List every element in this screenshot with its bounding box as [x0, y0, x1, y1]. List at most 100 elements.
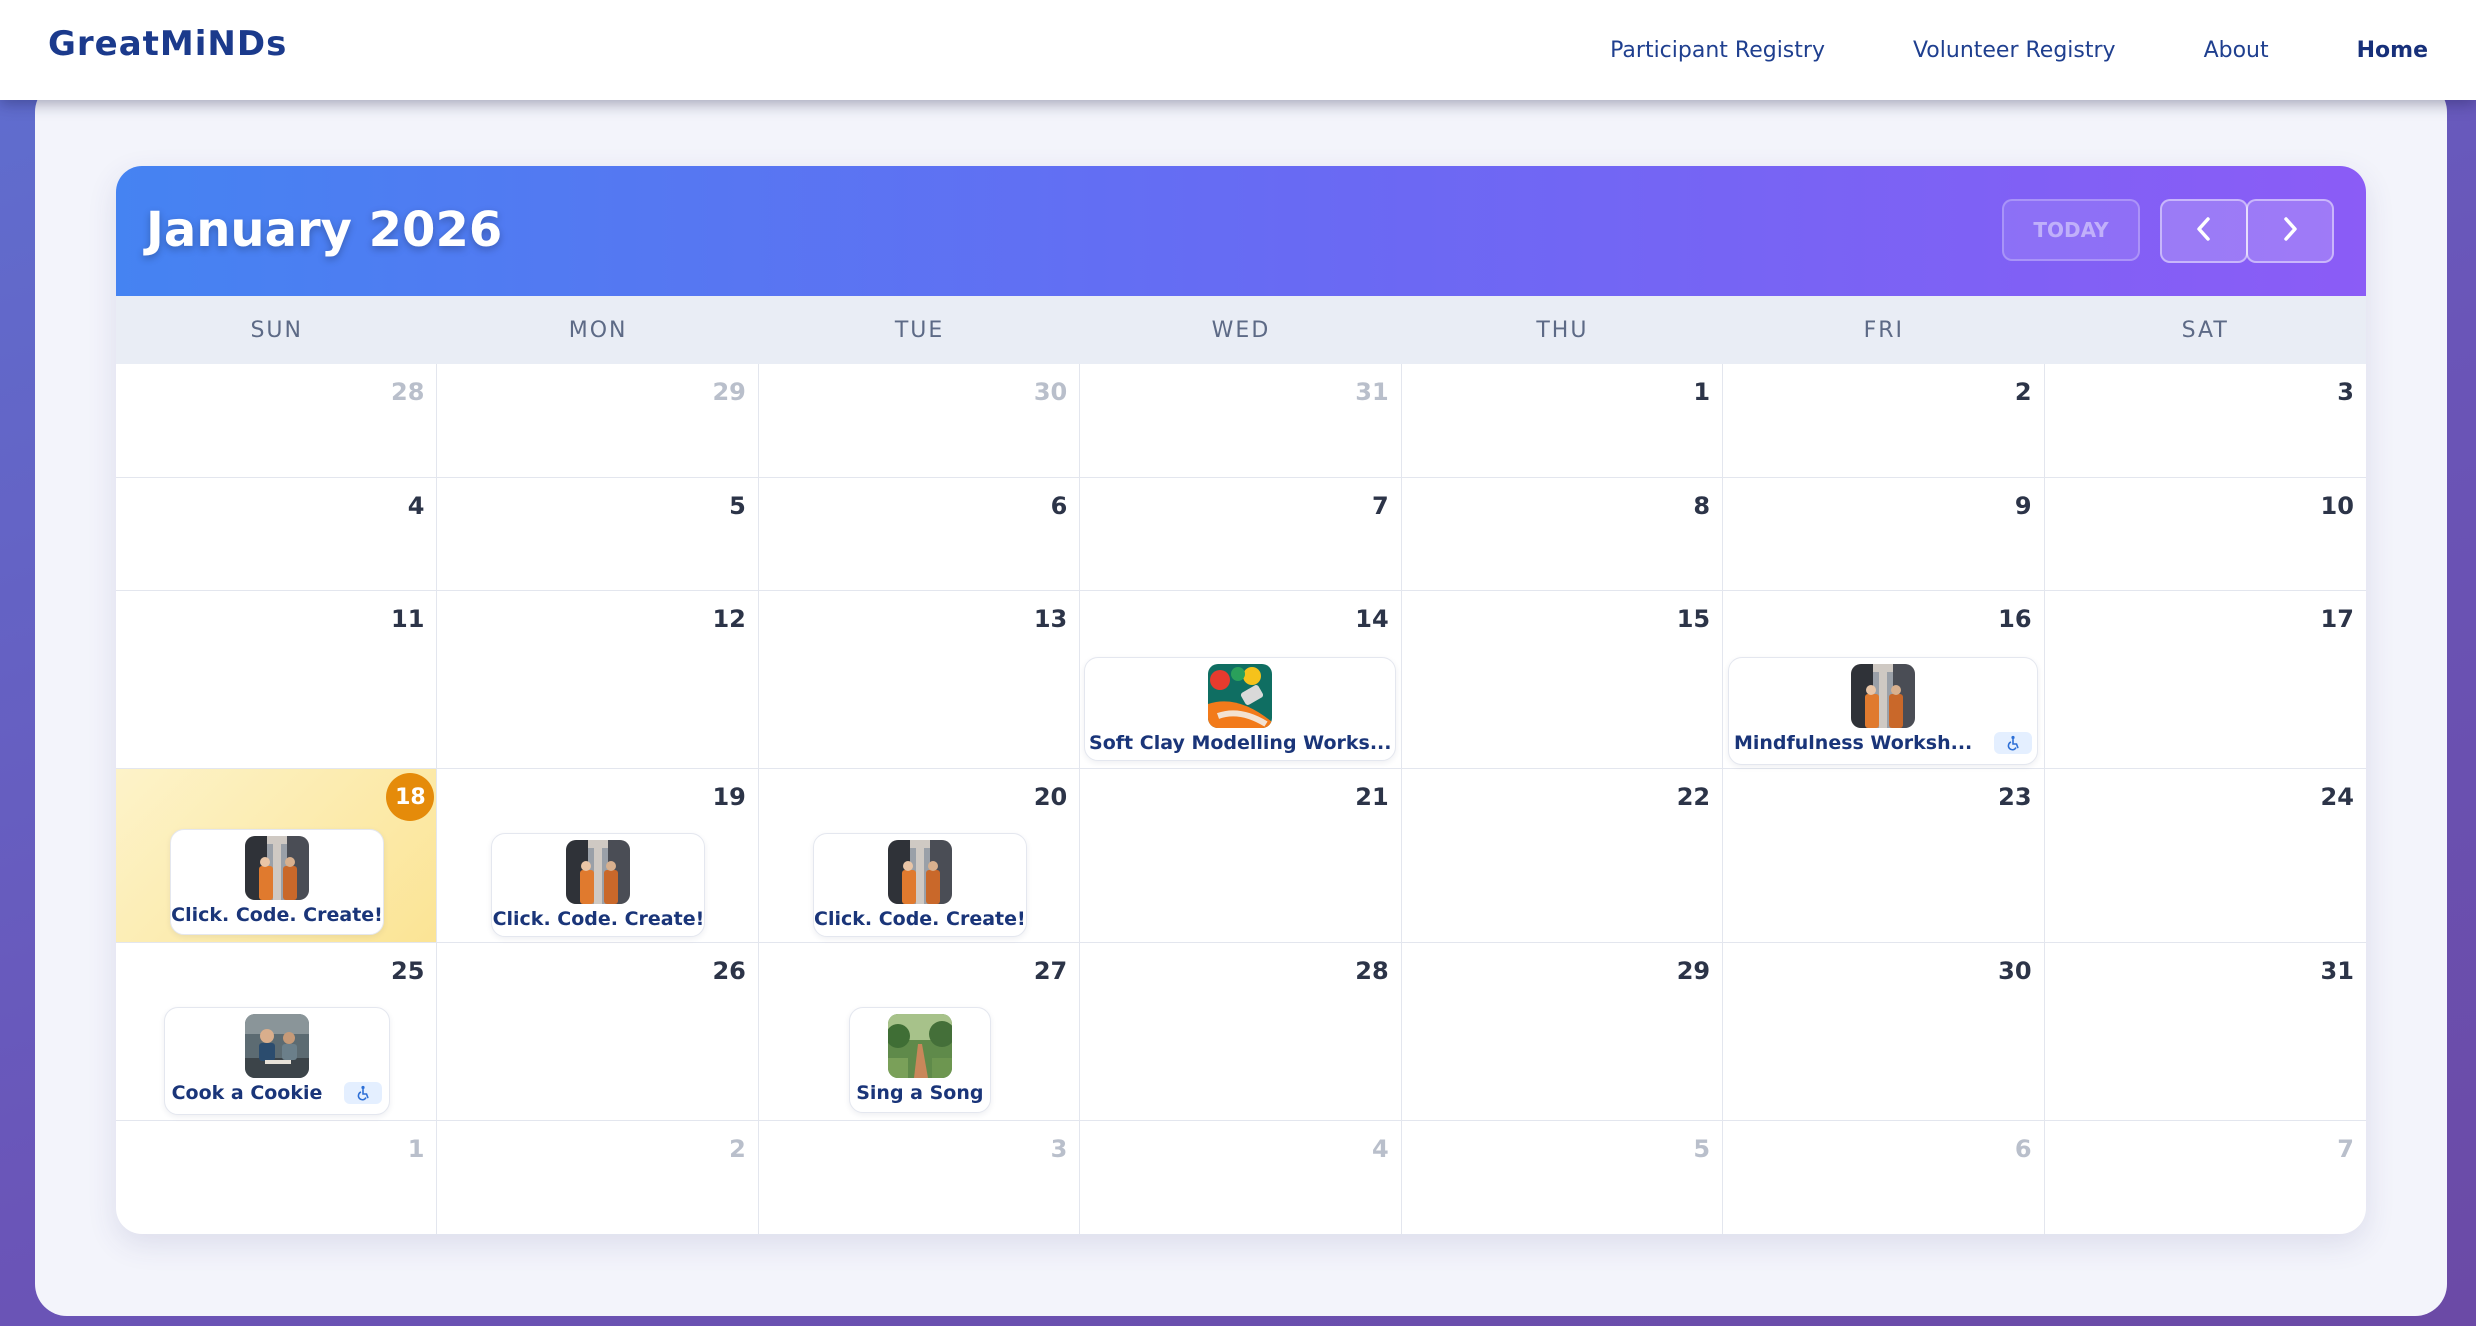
- top-navbar: GreatMiNDs Participant Registry Voluntee…: [0, 0, 2476, 100]
- day-number: 19: [712, 783, 746, 811]
- event-card[interactable]: Soft Clay Modelling Works...: [1084, 657, 1397, 761]
- prev-month-button[interactable]: [2160, 199, 2248, 263]
- day-number: 31: [2320, 957, 2354, 985]
- event-title-row: Mindfulness Worksh...: [1734, 732, 2033, 754]
- day-cell[interactable]: 6: [759, 478, 1081, 590]
- day-cell[interactable]: 11: [116, 591, 438, 768]
- day-number: 26: [712, 957, 746, 985]
- calendar-grid: 28 29 30 31 1 2 3 4 5 6 7 8 9 10 11 12 1…: [116, 364, 2366, 1234]
- day-number: 17: [2320, 605, 2354, 633]
- robot-workshop-image: [1851, 664, 1916, 728]
- event-title: Click. Code. Create!: [814, 908, 1026, 930]
- nav-volunteer-registry[interactable]: Volunteer Registry: [1913, 38, 2116, 63]
- day-cell[interactable]: 4: [116, 478, 438, 590]
- day-cell[interactable]: 1: [1402, 364, 1724, 477]
- day-number: 9: [2014, 492, 2032, 520]
- day-number: 5: [1693, 1135, 1711, 1163]
- day-cell[interactable]: 23: [1723, 769, 2045, 942]
- day-cell[interactable]: 16 Mindfulness Worksh...: [1723, 591, 2045, 768]
- day-cell[interactable]: 27 Sing a Song: [759, 943, 1081, 1120]
- day-cell[interactable]: 7: [2045, 1121, 2366, 1234]
- wheelchair-accessible-icon: [344, 1082, 383, 1104]
- day-number: 1: [407, 1135, 425, 1163]
- next-month-button[interactable]: [2246, 199, 2334, 263]
- day-cell[interactable]: 4: [1080, 1121, 1402, 1234]
- day-number: 4: [407, 492, 425, 520]
- day-number: 29: [712, 378, 746, 406]
- chevron-right-icon: [2281, 216, 2299, 246]
- day-cell[interactable]: 28: [116, 364, 438, 477]
- robot-workshop-image: [887, 840, 952, 904]
- event-card[interactable]: Click. Code. Create!: [812, 833, 1027, 937]
- day-cell[interactable]: 2: [1723, 364, 2045, 477]
- day-number: 15: [1676, 605, 1711, 633]
- day-cell[interactable]: 31: [1080, 364, 1402, 477]
- day-cell[interactable]: 28: [1080, 943, 1402, 1120]
- paint-brush-image: [1208, 664, 1273, 728]
- day-number: 25: [391, 957, 425, 985]
- day-cell[interactable]: 3: [2045, 364, 2366, 477]
- nav-about[interactable]: About: [2204, 38, 2269, 63]
- day-cell[interactable]: 30: [1723, 943, 2045, 1120]
- week-row: 11 12 13 14 Soft Clay Modelling Works...…: [116, 591, 2366, 769]
- day-cell[interactable]: 3: [759, 1121, 1081, 1234]
- day-number: 30: [1033, 378, 1068, 406]
- day-cell[interactable]: 1: [116, 1121, 438, 1234]
- day-number: 8: [1693, 492, 1711, 520]
- day-cell[interactable]: 2: [437, 1121, 759, 1234]
- day-cell[interactable]: 22: [1402, 769, 1724, 942]
- event-card[interactable]: Click. Code. Create!: [491, 833, 706, 937]
- day-cell[interactable]: 29: [1402, 943, 1724, 1120]
- day-cell[interactable]: 13: [759, 591, 1081, 768]
- day-cell[interactable]: 9: [1723, 478, 2045, 590]
- week-row: 25 Cook a Cookie 26 27 Sing a Song 28 29…: [116, 943, 2366, 1121]
- day-cell[interactable]: 25 Cook a Cookie: [116, 943, 438, 1120]
- day-number: 16: [1998, 605, 2032, 633]
- event-card[interactable]: Cook a Cookie: [164, 1007, 390, 1115]
- day-cell[interactable]: 14 Soft Clay Modelling Works...: [1080, 591, 1402, 768]
- day-number: 3: [2337, 378, 2354, 406]
- day-cell[interactable]: 26: [437, 943, 759, 1120]
- weekday-label: TUE: [894, 317, 945, 343]
- calendar-title: January 2026: [146, 202, 503, 258]
- nav-participant-registry[interactable]: Participant Registry: [1610, 38, 1825, 63]
- event-card[interactable]: Mindfulness Worksh...: [1728, 657, 2039, 765]
- day-cell[interactable]: 21: [1080, 769, 1402, 942]
- event-card[interactable]: Click. Code. Create!: [170, 829, 384, 935]
- event-card[interactable]: Sing a Song: [848, 1007, 991, 1113]
- day-cell[interactable]: 5: [437, 478, 759, 590]
- day-cell[interactable]: 31: [2045, 943, 2366, 1120]
- day-cell[interactable]: 7: [1080, 478, 1402, 590]
- day-cell[interactable]: 20 Click. Code. Create!: [759, 769, 1081, 942]
- day-cell[interactable]: 5: [1402, 1121, 1724, 1234]
- brand-logo[interactable]: GreatMiNDs: [48, 24, 287, 64]
- day-cell-today[interactable]: 18 Click. Code. Create!: [116, 769, 438, 942]
- day-cell[interactable]: 12: [437, 591, 759, 768]
- day-number: 7: [2337, 1135, 2354, 1163]
- event-title: Sing a Song: [856, 1082, 984, 1104]
- day-cell[interactable]: 15: [1402, 591, 1724, 768]
- calendar-header: January 2026 TODAY: [116, 166, 2366, 296]
- event-title: Click. Code. Create!: [171, 904, 383, 926]
- nav-home[interactable]: Home: [2357, 38, 2428, 63]
- day-cell[interactable]: 30: [759, 364, 1081, 477]
- day-cell[interactable]: 19 Click. Code. Create!: [437, 769, 759, 942]
- day-number: 7: [1371, 492, 1389, 520]
- day-number: 14: [1355, 605, 1389, 633]
- day-number: 27: [1033, 957, 1068, 985]
- day-number: 5: [729, 492, 746, 520]
- day-cell[interactable]: 17: [2045, 591, 2366, 768]
- event-title-row: Cook a Cookie: [172, 1082, 383, 1104]
- day-cell[interactable]: 8: [1402, 478, 1724, 590]
- day-cell[interactable]: 10: [2045, 478, 2366, 590]
- day-number: 30: [1998, 957, 2032, 985]
- week-row: 28 29 30 31 1 2 3: [116, 364, 2366, 478]
- day-cell[interactable]: 29: [437, 364, 759, 477]
- day-cell[interactable]: 6: [1723, 1121, 2045, 1234]
- day-number: 28: [1355, 957, 1389, 985]
- today-button[interactable]: TODAY: [2002, 199, 2140, 261]
- day-cell[interactable]: 24: [2045, 769, 2366, 942]
- event-title: Soft Clay Modelling Works...: [1089, 732, 1392, 754]
- day-number: 2: [2014, 378, 2032, 406]
- day-number: 23: [1998, 783, 2032, 811]
